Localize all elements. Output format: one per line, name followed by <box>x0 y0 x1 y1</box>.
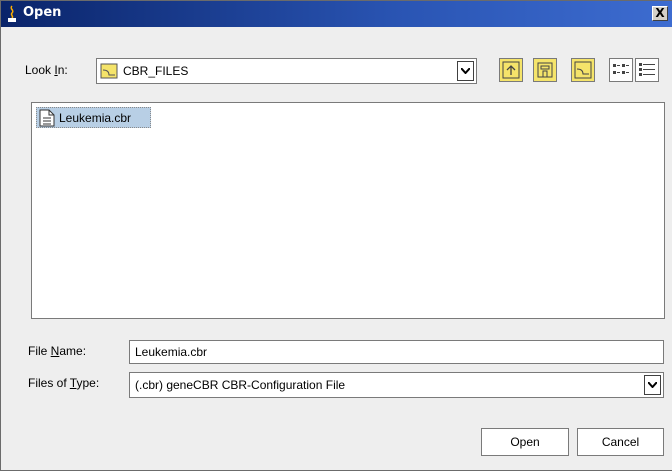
file-document-icon <box>39 109 55 127</box>
home-button[interactable] <box>533 58 557 82</box>
look-in-label: Look In: <box>25 63 68 77</box>
cancel-button[interactable]: Cancel <box>577 428 664 456</box>
close-icon: X <box>655 6 665 20</box>
open-button[interactable]: Open <box>481 428 569 456</box>
details-view-button[interactable] <box>635 58 659 82</box>
file-name-label: File Name: <box>28 344 87 358</box>
look-in-combo[interactable]: CBR_FILES <box>96 58 477 84</box>
up-one-level-icon <box>502 61 520 79</box>
file-item[interactable]: Leukemia.cbr <box>36 107 151 128</box>
file-name-value: Leukemia.cbr <box>135 345 208 359</box>
window-title: Open <box>23 5 62 20</box>
chevron-down-icon <box>461 68 470 74</box>
details-view-icon <box>639 63 655 76</box>
files-of-type-dropdown-button[interactable] <box>644 375 661 395</box>
new-folder-button[interactable] <box>571 58 595 82</box>
list-view-button[interactable] <box>609 58 633 82</box>
file-item-name: Leukemia.cbr <box>59 111 132 125</box>
open-dialog: Open X Look In: CBR_FILES Leukemia.cbr F… <box>0 0 672 471</box>
file-list[interactable]: Leukemia.cbr <box>31 102 665 319</box>
new-folder-icon <box>574 61 592 79</box>
home-icon <box>537 62 553 78</box>
chevron-down-icon <box>648 382 657 388</box>
folder-icon <box>100 63 118 79</box>
list-view-icon <box>613 64 629 74</box>
look-in-value: CBR_FILES <box>123 64 189 78</box>
file-name-input[interactable]: Leukemia.cbr <box>129 340 664 364</box>
files-of-type-label: Files of Type: <box>28 376 100 390</box>
close-button[interactable]: X <box>652 6 668 21</box>
files-of-type-value: (.cbr) geneCBR CBR-Configuration File <box>135 378 346 392</box>
up-one-level-button[interactable] <box>499 58 523 82</box>
title-bar[interactable]: Open X <box>1 1 672 27</box>
look-in-dropdown-button[interactable] <box>457 61 474 81</box>
java-cup-icon <box>8 5 16 22</box>
files-of-type-combo[interactable]: (.cbr) geneCBR CBR-Configuration File <box>129 372 664 398</box>
